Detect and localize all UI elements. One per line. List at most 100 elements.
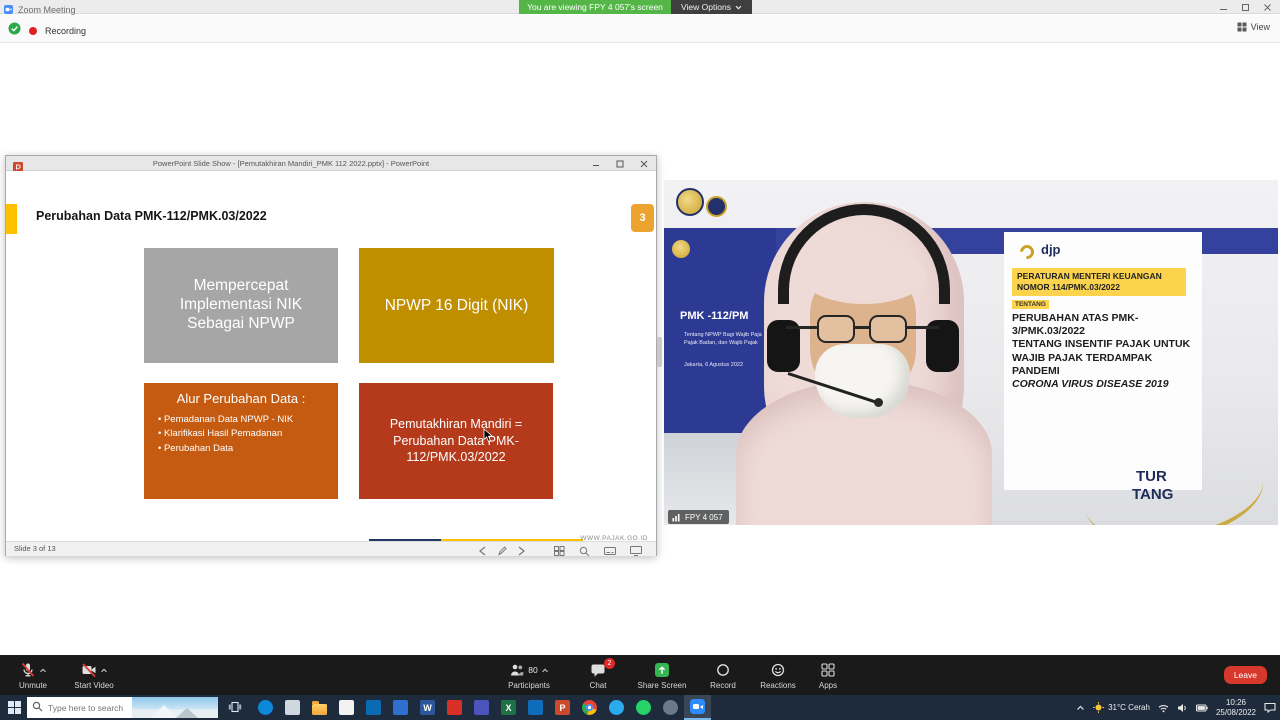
start-video-button[interactable]: Start Video [62, 655, 126, 695]
taskbar-app-outlook[interactable] [522, 695, 549, 720]
taskbar-app-telegram[interactable] [603, 695, 630, 720]
taskbar-app-acrobat[interactable] [441, 695, 468, 720]
screen: Zoom Meeting You are viewing FPY 4 057's… [0, 0, 1280, 720]
taskbar-app-teams[interactable] [468, 695, 495, 720]
participants-count: 80 [528, 665, 537, 675]
battery-icon[interactable] [1196, 704, 1208, 712]
encryption-shield-icon[interactable] [8, 22, 21, 40]
next-slide-icon[interactable] [517, 543, 526, 561]
tray-clock[interactable]: 10:26 25/08/2022 [1216, 698, 1256, 717]
participant-name-tag: FPY 4 057 [668, 510, 729, 524]
title-accent-bar [6, 204, 17, 234]
taskbar-app-excel[interactable]: X [495, 695, 522, 720]
taskbar-app-settings[interactable] [657, 695, 684, 720]
powerpoint-title-bar[interactable]: PowerPoint Slide Show - [Pemutakhiran Ma… [6, 156, 656, 171]
slideshow-view-icon[interactable] [630, 543, 642, 561]
photos-icon [393, 700, 408, 715]
view-options-button[interactable]: View Options [671, 0, 752, 14]
taskbar-app-word[interactable]: W [414, 695, 441, 720]
annotate-pen-icon[interactable] [497, 543, 507, 561]
network-icon[interactable] [1158, 703, 1169, 713]
taskbar-app-zoom[interactable] [684, 695, 711, 720]
record-label: Record [710, 681, 736, 690]
taskbar-app-photos[interactable] [387, 695, 414, 720]
taskbar-app-edge[interactable] [252, 695, 279, 720]
view-button[interactable]: View [1237, 22, 1270, 32]
tray-chevron-up-icon[interactable] [1076, 705, 1085, 711]
participants-button[interactable]: 80 Participants [498, 655, 560, 695]
chevron-up-icon[interactable] [39, 668, 47, 673]
taskbar-app-row: W X P [252, 695, 711, 720]
gold-emblem-icon [672, 240, 690, 258]
chat-button[interactable]: 2 Chat [578, 655, 618, 695]
subtitle-toggle-icon[interactable] [604, 543, 616, 561]
glasses-left-lens [817, 315, 855, 343]
taskbar-search[interactable] [27, 697, 218, 718]
mic-tip [874, 398, 883, 407]
see-all-slides-icon[interactable] [554, 543, 565, 561]
microphone-muted-icon [20, 662, 36, 678]
video-off-icon [81, 662, 97, 678]
ppt-maximize-button[interactable] [608, 156, 632, 171]
weather-label: 31°C Cerah [1108, 703, 1150, 712]
powerpoint-icon: P [555, 700, 570, 715]
participant-video-feed: PMK -112/PM Tentang NPWP Bagi Wajib Paja… [664, 180, 1278, 525]
slide-box-gray: Mempercepat Implementasi NIK Sebagai NPW… [144, 248, 338, 363]
chevron-up-icon[interactable] [100, 668, 108, 673]
slide-title: Perubahan Data PMK-112/PMK.03/2022 [36, 209, 267, 223]
audio-signal-icon [672, 513, 681, 522]
acrobat-icon [447, 700, 462, 715]
minimize-button[interactable] [1212, 0, 1234, 14]
slide-box-orange: Alur Perubahan Data : Pemadanan Data NPW… [144, 383, 338, 499]
apps-button[interactable]: Apps [808, 655, 848, 695]
taskbar-app-chrome[interactable] [576, 695, 603, 720]
chevron-up-icon[interactable] [541, 668, 549, 673]
reactions-button[interactable]: Reactions [752, 655, 804, 695]
tentang-label: TENTANG [1012, 300, 1049, 309]
search-input[interactable] [48, 703, 132, 713]
chevron-down-icon [735, 5, 742, 10]
record-button[interactable]: Record [700, 655, 746, 695]
search-highlight-image[interactable] [132, 697, 218, 718]
taskbar-app-file-explorer[interactable] [306, 695, 333, 720]
tray-weather[interactable]: 31°C Cerah [1093, 702, 1150, 713]
chat-unread-badge: 2 [604, 658, 615, 669]
djp-logo-icon [1017, 242, 1037, 262]
taskbar-app-mail[interactable] [360, 695, 387, 720]
start-video-label: Start Video [74, 681, 113, 690]
scrollbar-handle[interactable] [657, 337, 662, 367]
chat-label: Chat [590, 681, 607, 690]
taskbar-app-notepad[interactable] [279, 695, 306, 720]
apps-label: Apps [819, 681, 837, 690]
participants-label: Participants [508, 681, 550, 690]
participant-name: FPY 4 057 [685, 513, 723, 522]
slide-box-gold: NPWP 16 Digit (NIK) [359, 248, 554, 363]
orange-box-bullet: Pemadanan Data NPWP - NIK [152, 413, 330, 427]
kemenkeu-emblem-icon [676, 188, 704, 216]
action-center-icon[interactable] [1264, 702, 1276, 713]
zoom-into-slide-icon[interactable] [579, 543, 590, 561]
start-button[interactable] [6, 700, 22, 715]
taskbar-app-store[interactable] [333, 695, 360, 720]
ppt-close-button[interactable] [632, 156, 656, 171]
taskbar-app-whatsapp[interactable] [630, 695, 657, 720]
close-button[interactable] [1256, 0, 1278, 14]
background-pmk-title: PMK -112/PM [680, 310, 748, 322]
maximize-button[interactable] [1234, 0, 1256, 14]
unmute-button[interactable]: Unmute [6, 655, 60, 695]
participants-icon [509, 662, 525, 678]
share-screen-button[interactable]: Share Screen [630, 655, 694, 695]
previous-slide-icon[interactable] [478, 543, 487, 561]
view-label: View [1251, 22, 1270, 32]
leave-button[interactable]: Leave [1224, 666, 1267, 684]
outlook-icon [528, 700, 543, 715]
glasses-temple-right [907, 326, 939, 329]
ppt-minimize-button[interactable] [584, 156, 608, 171]
slide-canvas[interactable]: Perubahan Data PMK-112/PMK.03/2022 3 Mem… [6, 171, 656, 541]
apps-grid-icon [820, 662, 836, 678]
taskbar-app-powerpoint[interactable]: P [549, 695, 576, 720]
secondary-emblem-icon [706, 196, 727, 217]
task-view-button[interactable] [228, 700, 242, 719]
volume-icon[interactable] [1177, 703, 1188, 713]
glasses-right-lens [869, 315, 907, 343]
